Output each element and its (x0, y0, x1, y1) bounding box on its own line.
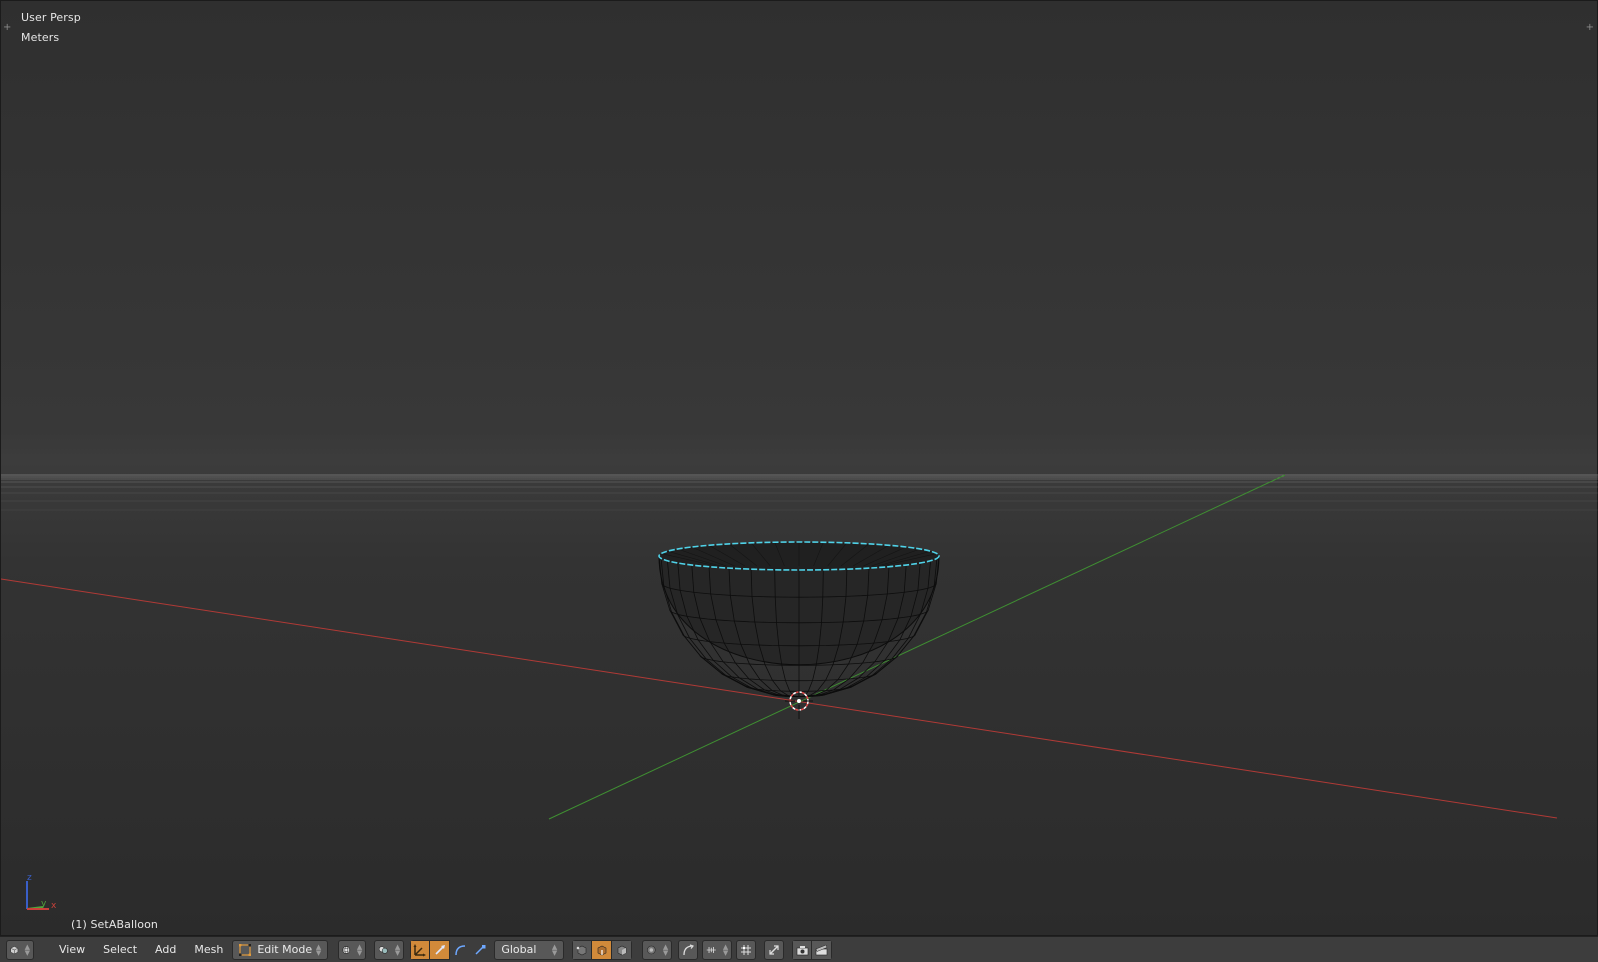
mode-selector[interactable]: Edit Mode ▲ ▼ (232, 939, 329, 960)
proportional-falloff-icon (683, 943, 695, 955)
translate-manipulator-toggle[interactable] (410, 939, 431, 960)
render-group (792, 939, 833, 960)
scale-manipulator-icon (475, 944, 486, 955)
edit-mode-icon (239, 943, 252, 956)
edge-select-icon (597, 945, 607, 955)
mode-label: Edit Mode (257, 943, 313, 956)
face-select-icon (617, 945, 627, 955)
face-select-toggle[interactable] (612, 939, 633, 960)
translate-manipulator-icon (413, 943, 427, 956)
cube-icon (10, 945, 19, 954)
transform-orientation-selector[interactable]: Global ▲ ▼ (494, 939, 565, 960)
scene-canvas[interactable]: z y x (1, 1, 1598, 937)
snap-element-icon (741, 944, 752, 955)
proportional-falloff-toggle[interactable] (678, 939, 699, 960)
chevron-updown-icon: ▲ ▼ (356, 942, 363, 957)
mesh-tools-icon (769, 944, 779, 955)
rotate-manipulator-icon (435, 944, 445, 955)
editor-type-selector[interactable]: ▲ ▼ (6, 939, 34, 960)
clapper-render-icon (815, 944, 828, 955)
proportional-edit-icon (647, 945, 656, 954)
chevron-updown-icon: ▲ ▼ (24, 942, 30, 957)
y-axis-line (548, 474, 1286, 820)
menu-add[interactable]: Add (146, 940, 185, 960)
snap-toggle-icon (707, 946, 717, 953)
rotate-arc-icon (455, 944, 465, 955)
menu-select[interactable]: Select (94, 940, 146, 960)
sphere-shading-icon (342, 945, 351, 954)
chevron-updown-icon: ▲ ▼ (662, 942, 669, 957)
chevron-updown-icon: ▲ ▼ (722, 942, 729, 957)
axes-gizmo: z y x (26, 873, 57, 911)
pivot-point-selector[interactable]: ▲ ▼ (374, 939, 405, 960)
rotate-arc-toggle[interactable] (450, 939, 471, 960)
chevron-updown-icon: ▲ ▼ (315, 942, 322, 957)
grid-horizon (1, 474, 1598, 511)
camera-render-icon (796, 945, 809, 955)
snap-element-toggle[interactable] (736, 939, 757, 960)
scale-manipulator-toggle[interactable] (470, 939, 491, 960)
rotate-manipulator-toggle[interactable] (430, 939, 451, 960)
edge-select-toggle[interactable] (592, 939, 613, 960)
chevron-updown-icon: ▲ ▼ (551, 942, 558, 957)
axis-label-z: z (27, 873, 32, 883)
render-animation-button[interactable] (812, 939, 833, 960)
select-mode-group (572, 939, 633, 960)
viewport-header: ▲ ▼ View Select Add Mesh Edit Mode ▲ ▼ ▲ ▼ … (0, 936, 1598, 962)
menu-mesh[interactable]: Mesh (185, 940, 232, 960)
mesh-tools-toggle[interactable] (764, 939, 785, 960)
vertex-select-icon (577, 945, 587, 955)
orientation-label: Global (501, 943, 537, 956)
proportional-edit-selector[interactable]: ▲ ▼ (642, 939, 673, 960)
manipulator-group (410, 939, 491, 960)
menu-view[interactable]: View (50, 940, 94, 960)
render-image-button[interactable] (792, 939, 813, 960)
viewport-shading-selector[interactable]: ▲ ▼ (338, 939, 367, 960)
snap-toggle[interactable]: ▲ ▼ (702, 939, 733, 960)
pivot-point-icon (379, 945, 389, 954)
vertex-select-toggle[interactable] (572, 939, 593, 960)
area-split-handle-left[interactable]: + (3, 23, 11, 33)
chevron-updown-icon: ▲ ▼ (394, 942, 401, 957)
view-name: User Persp (21, 11, 81, 24)
area-split-handle-right[interactable]: + (1586, 23, 1594, 33)
object-info: (1) SetABalloon (71, 918, 158, 931)
balloon-mesh[interactable] (658, 541, 940, 698)
3d-viewport[interactable]: z y x User Persp Meters (1) SetABalloon … (0, 0, 1598, 936)
axis-label-x: x (51, 901, 57, 911)
unit-system: Meters (21, 31, 60, 44)
axis-label-y: y (41, 899, 47, 909)
